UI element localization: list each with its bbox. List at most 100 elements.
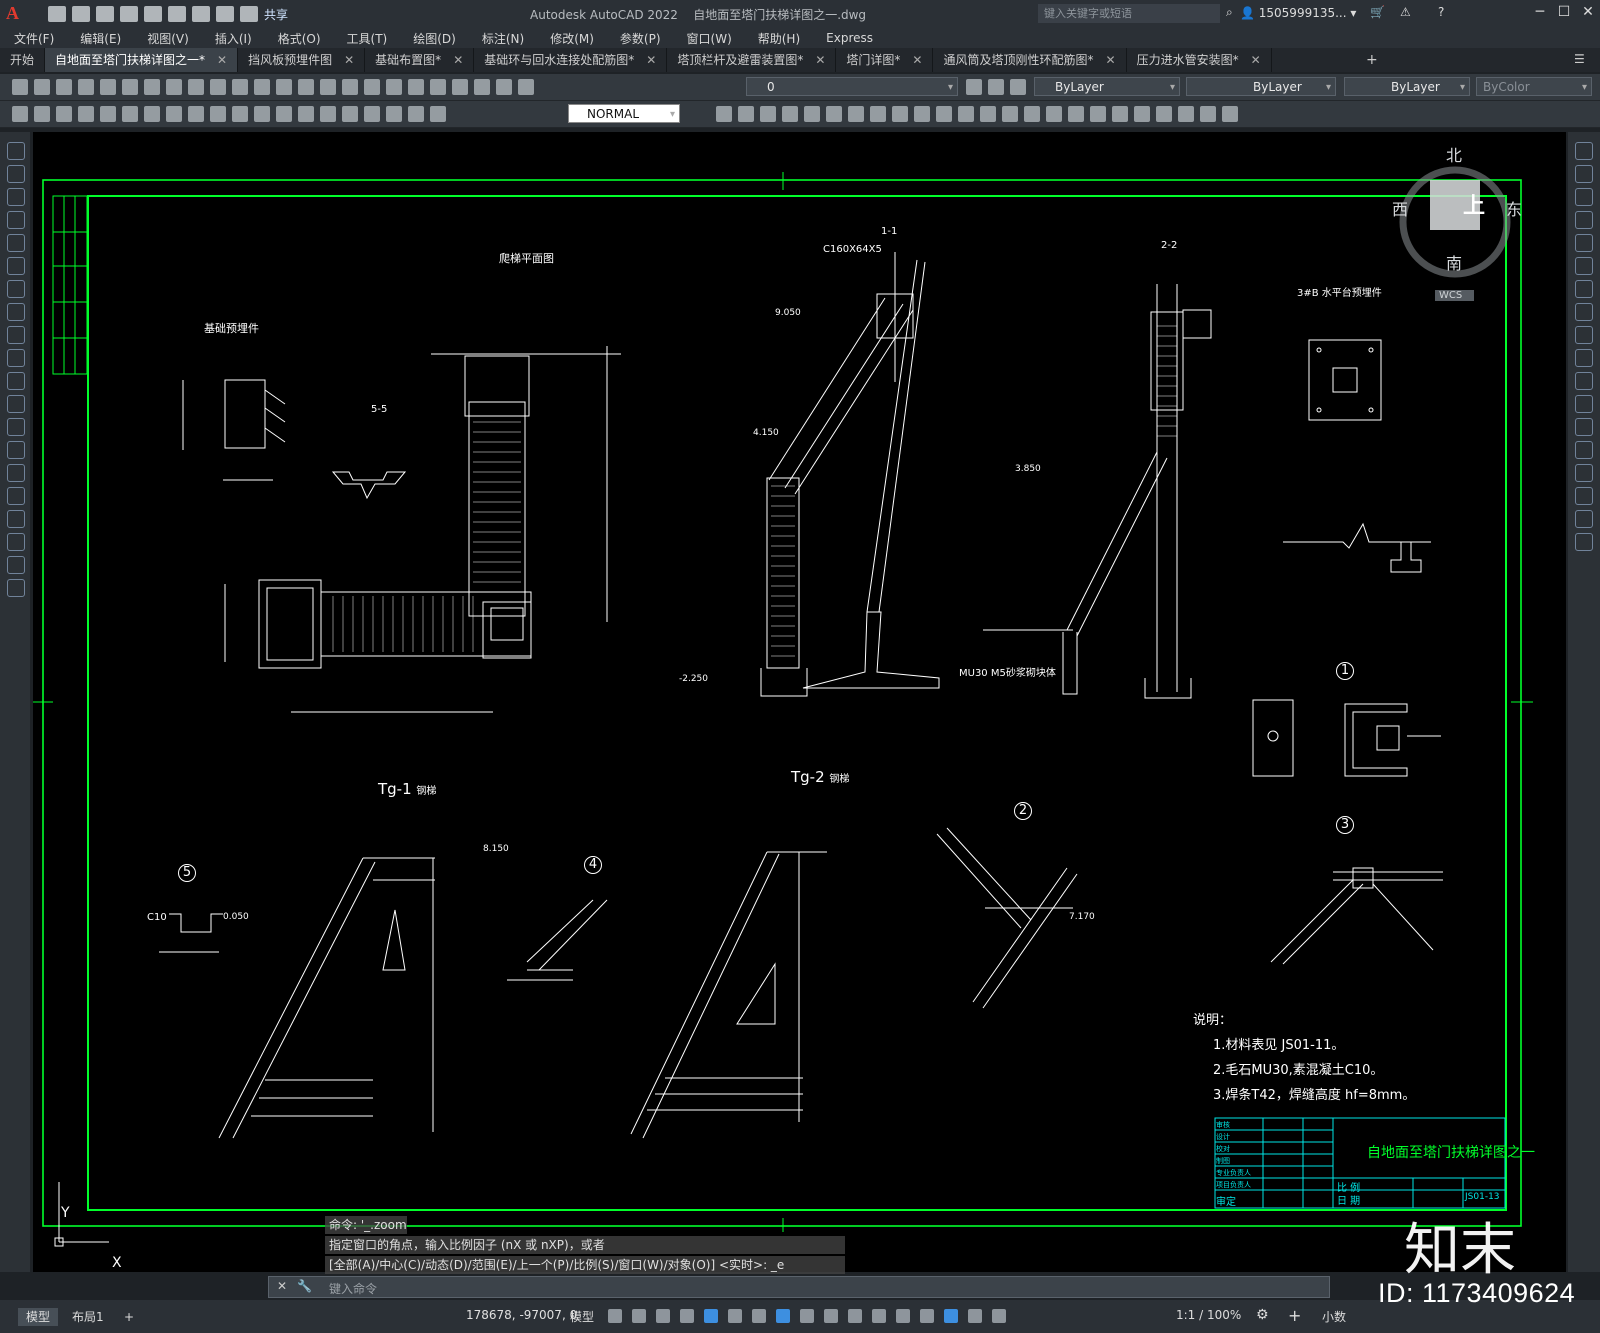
layer-state-icon[interactable] xyxy=(518,79,534,95)
layer-iso-icon[interactable] xyxy=(1010,79,1026,95)
helix-icon[interactable] xyxy=(870,106,886,122)
snap-icon[interactable] xyxy=(632,1309,646,1323)
new-icon[interactable] xyxy=(48,6,66,22)
slice-icon[interactable] xyxy=(1178,106,1194,122)
close-tab-icon[interactable]: ✕ xyxy=(646,48,656,72)
chamfer-icon[interactable] xyxy=(1575,464,1593,482)
close-button[interactable]: ✕ xyxy=(1576,4,1600,24)
dim-text-edit-icon[interactable] xyxy=(408,106,424,122)
insert-block-icon[interactable] xyxy=(7,395,25,413)
quick-dim-icon[interactable] xyxy=(188,106,204,122)
add-layout-button[interactable]: + xyxy=(116,1308,142,1326)
viewcube-west[interactable]: 西 xyxy=(1392,196,1408,220)
viewcube-east[interactable]: 东 xyxy=(1506,196,1522,220)
tab-overflow-icon[interactable]: ☰ xyxy=(1574,52,1585,66)
aligned-dim-icon[interactable] xyxy=(34,106,50,122)
sphere-icon[interactable] xyxy=(782,106,798,122)
close-tab-icon[interactable]: ✕ xyxy=(815,48,825,72)
plot-icon[interactable] xyxy=(78,79,94,95)
subtract-icon[interactable] xyxy=(1046,106,1062,122)
mirror-icon[interactable] xyxy=(1575,188,1593,206)
drawing-canvas[interactable]: 上 北 南 东 西 WCS 基础预埋件 爬梯平面图 5-5 1-1 2-2 C1… xyxy=(33,132,1566,1272)
save-as-icon[interactable] xyxy=(120,6,138,22)
ellipse-arc-icon[interactable] xyxy=(7,372,25,390)
ellipse-icon[interactable] xyxy=(7,349,25,367)
revolve-icon[interactable] xyxy=(980,106,996,122)
break-point-icon[interactable] xyxy=(1575,395,1593,413)
linear-dim-icon[interactable] xyxy=(12,106,28,122)
tab-layout1[interactable]: 布局1 xyxy=(64,1308,112,1326)
plotstyle-dropdown[interactable]: ByColor xyxy=(1476,77,1592,97)
color-dropdown[interactable]: ByLayer xyxy=(1034,77,1180,97)
selection-filter-icon[interactable] xyxy=(920,1309,934,1323)
match-properties-icon[interactable] xyxy=(210,79,226,95)
document-tab[interactable]: 自地面至塔门扶梯详图之一* ✕ xyxy=(45,48,239,72)
sheet-set-icon[interactable] xyxy=(430,79,446,95)
menu-item[interactable]: 格式(O) xyxy=(278,30,321,47)
extend-icon[interactable] xyxy=(1575,372,1593,390)
close-tab-icon[interactable]: ✕ xyxy=(1251,48,1261,72)
minimize-button[interactable]: ─ xyxy=(1528,4,1552,24)
customize-icon[interactable]: 🔧 xyxy=(297,1279,312,1293)
document-tab[interactable]: 通风筒及塔顶刚性环配筋图* ✕ xyxy=(933,48,1127,72)
publish-icon[interactable] xyxy=(122,79,138,95)
make-block-icon[interactable] xyxy=(7,418,25,436)
menu-item[interactable]: 编辑(E) xyxy=(80,30,121,47)
lineweight-dropdown[interactable]: ByLayer xyxy=(1344,77,1470,97)
trim-icon[interactable] xyxy=(1575,349,1593,367)
close-tab-icon[interactable]: ✕ xyxy=(1106,48,1116,72)
spline-icon[interactable] xyxy=(7,326,25,344)
cone-icon[interactable] xyxy=(760,106,776,122)
osnap-icon[interactable] xyxy=(776,1309,790,1323)
point-icon[interactable] xyxy=(7,441,25,459)
jogged-dim-icon[interactable] xyxy=(122,106,138,122)
menu-item[interactable]: 视图(V) xyxy=(147,30,189,47)
infer-icon[interactable] xyxy=(656,1309,670,1323)
stretch-icon[interactable] xyxy=(1575,326,1593,344)
menu-item[interactable]: 参数(P) xyxy=(620,30,661,47)
new-icon[interactable] xyxy=(12,79,28,95)
rotate-icon[interactable] xyxy=(1575,280,1593,298)
redo-icon[interactable] xyxy=(240,6,258,22)
union-icon[interactable] xyxy=(1024,106,1040,122)
calculator-icon[interactable] xyxy=(474,79,490,95)
dim-space-icon[interactable] xyxy=(254,106,270,122)
search-icon[interactable]: ⌕ xyxy=(1226,5,1233,20)
markup-icon[interactable] xyxy=(452,79,468,95)
command-input[interactable]: ✕ 🔧 键入命令 xyxy=(268,1276,1330,1298)
revision-cloud-icon[interactable] xyxy=(7,303,25,321)
zoom-realtime-icon[interactable] xyxy=(298,79,314,95)
design-center-icon[interactable] xyxy=(386,79,402,95)
line-icon[interactable] xyxy=(7,142,25,160)
intersect-icon[interactable] xyxy=(1068,106,1084,122)
3d-osnap-icon[interactable] xyxy=(872,1309,886,1323)
model-space-toggle[interactable]: 模型 xyxy=(570,1308,594,1325)
web-open-icon[interactable] xyxy=(144,6,162,22)
dynamic-ucs-icon[interactable] xyxy=(896,1309,910,1323)
baseline-dim-icon[interactable] xyxy=(210,106,226,122)
dim-break-icon[interactable] xyxy=(276,106,292,122)
menu-item[interactable]: 绘图(D) xyxy=(413,30,456,47)
join-icon[interactable] xyxy=(1575,441,1593,459)
erase-icon[interactable] xyxy=(1575,142,1593,160)
grid-icon[interactable] xyxy=(608,1309,622,1323)
undo-icon[interactable] xyxy=(216,6,234,22)
layer-properties-icon[interactable] xyxy=(496,79,512,95)
3d-array-icon[interactable] xyxy=(1156,106,1172,122)
loft-icon[interactable] xyxy=(1002,106,1018,122)
user-account[interactable]: 👤 1505999135... ▾ xyxy=(1240,6,1356,20)
table-icon[interactable] xyxy=(7,533,25,551)
menu-item[interactable]: 工具(T) xyxy=(347,30,388,47)
construction-line-icon[interactable] xyxy=(7,165,25,183)
menu-item[interactable]: 窗口(W) xyxy=(687,30,732,47)
3d-rotate-icon[interactable] xyxy=(1112,106,1128,122)
document-tab[interactable]: 基础布置图* ✕ xyxy=(365,48,475,72)
viewcube-face-label[interactable]: 上 xyxy=(1463,188,1485,220)
cylinder-icon[interactable] xyxy=(804,106,820,122)
close-tab-icon[interactable]: ✕ xyxy=(344,48,354,72)
dim-update-icon[interactable] xyxy=(430,106,446,122)
continue-dim-icon[interactable] xyxy=(232,106,248,122)
mtext-icon[interactable] xyxy=(7,556,25,574)
auto-scale-icon[interactable] xyxy=(992,1309,1006,1323)
break-icon[interactable] xyxy=(1575,418,1593,436)
